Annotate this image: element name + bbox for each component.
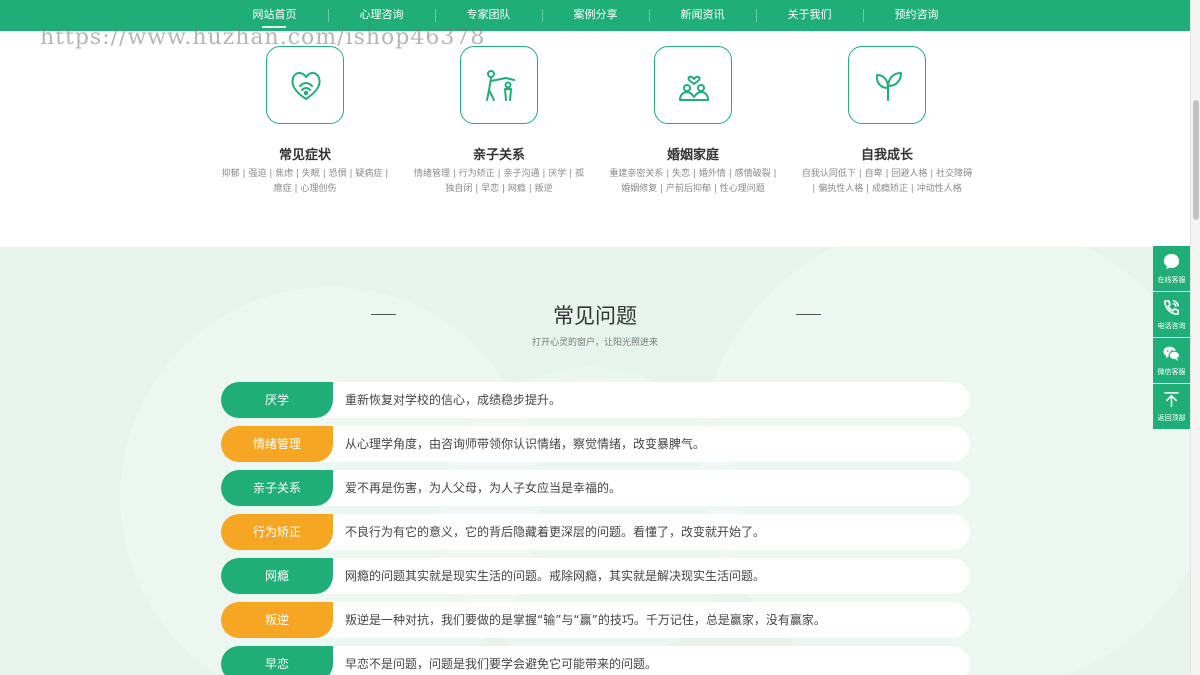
category-tags: 情绪管理 | 行为矫正 | 亲子沟通 | 厌学 | 孤 独自闭 | 早恋 | 网… <box>409 167 589 197</box>
faq-text: 叛逆是一种对抗，我们要做的是掌握“输”与“赢”的技巧。千万记住，总是赢家，没有赢… <box>345 613 826 627</box>
faq-tag: 厌学 <box>221 382 333 418</box>
category-icon-box <box>460 46 538 124</box>
category-title: 自我成长 <box>860 148 913 163</box>
category-tags-line: 婚姻修复 | 产前后抑郁 | 性心理问题 <box>621 184 765 194</box>
back-to-top-button[interactable]: 返回顶部 <box>1153 384 1190 429</box>
faq-text: 网瘾的问题其实就是现实生活的问题。戒除网瘾，其实就是解决现实生活问题。 <box>345 569 766 583</box>
heart-icon <box>291 72 321 101</box>
category-tags-line: 情绪管理 | 行为矫正 | 亲子沟通 | 厌学 | 孤 <box>413 169 585 179</box>
nav-item-booking[interactable]: 预约咨询 <box>863 0 970 31</box>
faq-item[interactable]: 叛逆 叛逆是一种对抗，我们要做的是掌握“输”与“赢”的技巧。千万记住，总是赢家，… <box>221 602 970 638</box>
faq-tag: 叛逆 <box>221 602 333 638</box>
wechat-icon <box>1163 346 1181 361</box>
chat-bubble-icon <box>1163 253 1180 270</box>
float-label: 电话咨询 <box>1157 322 1186 330</box>
faq-tag: 情绪管理 <box>221 426 333 462</box>
category-tags-line: 独自闭 | 早恋 | 网瘾 | 叛逆 <box>445 184 553 194</box>
faq-title: 常见问题 <box>553 304 637 328</box>
nav-item-news[interactable]: 新闻资讯 <box>649 0 756 31</box>
category-icon-box <box>848 46 926 124</box>
category-tags: 抑郁 | 强迫 | 焦虑 | 失眠 | 恐惧 | 疑病症 | 癔症 | 心理创伤 <box>215 167 395 197</box>
phone-consult-button[interactable]: 电话咨询 <box>1153 292 1190 337</box>
online-service-button[interactable]: 在线客服 <box>1153 246 1190 291</box>
faq-tag: 亲子关系 <box>221 470 333 506</box>
phone-icon <box>1163 299 1180 316</box>
faq-item[interactable]: 厌学 重新恢复对学校的信心，成绩稳步提升。 <box>221 382 970 418</box>
category-title: 婚姻家庭 <box>666 148 719 163</box>
faq-tag: 行为矫正 <box>221 514 333 550</box>
faq-text: 重新恢复对学校的信心，成绩稳步提升。 <box>345 393 562 407</box>
faq-item[interactable]: 早恋 早恋不是问题，问题是我们要学会避免它可能带来的问题。 <box>221 646 970 675</box>
nav-item-about[interactable]: 关于我们 <box>756 0 863 31</box>
wechat-service-button[interactable]: 微信客服 <box>1153 338 1190 383</box>
faq-tag: 早恋 <box>221 646 333 675</box>
couple-icon <box>679 75 709 101</box>
category-tags: 重建亲密关系 | 失恋 | 婚外情 | 感情破裂 | 婚姻修复 | 产前后抑郁 … <box>603 167 783 197</box>
category-title: 常见症状 <box>278 148 331 163</box>
faq-text: 不良行为有它的意义，它的背后隐藏着更深层的问题。看懂了，改变就开始了。 <box>345 525 766 539</box>
nav-item-cases[interactable]: 案例分享 <box>542 0 649 31</box>
faq-item[interactable]: 亲子关系 爱不再是伤害，为人父母，为人子女应当是幸福的。 <box>221 470 970 506</box>
faq-text: 爱不再是伤害，为人父母，为人子女应当是幸福的。 <box>345 481 622 495</box>
float-label: 在线客服 <box>1157 276 1186 284</box>
faq-item[interactable]: 情绪管理 从心理学角度，由咨询师带领你认识情绪，察觉情绪，改变暴脾气。 <box>221 426 970 462</box>
category-tags: 自我认同低下 | 自卑 | 回避人格 | 社交障碍 | 偏执性人格 | 成瘾矫正… <box>797 167 977 197</box>
category-icon-box <box>266 46 344 124</box>
faq-text: 从心理学角度，由咨询师带领你认识情绪，察觉情绪，改变暴脾气。 <box>345 437 706 451</box>
faq-text: 早恋不是问题，问题是我们要学会避免它可能带来的问题。 <box>345 657 658 671</box>
back-to-top-icon <box>1164 392 1179 407</box>
category-tags-line: 抑郁 | 强迫 | 焦虑 | 失眠 | 恐惧 | 疑病症 | <box>221 169 389 179</box>
faq-item[interactable]: 网瘾 网瘾的问题其实就是现实生活的问题。戒除网瘾，其实就是解决现实生活问题。 <box>221 558 970 594</box>
float-label: 微信客服 <box>1157 368 1186 376</box>
title-divider-right <box>796 314 821 315</box>
float-label: 返回顶部 <box>1157 414 1186 422</box>
category-icon-box <box>654 46 732 124</box>
category-tags-line: 癔症 | 心理创伤 <box>273 184 337 194</box>
category-tags-line: 自我认同低下 | 自卑 | 回避人格 | 社交障碍 <box>801 169 973 179</box>
page-scrollbar[interactable] <box>1190 0 1200 675</box>
parent-child-icon <box>486 70 515 101</box>
category-title: 亲子关系 <box>472 148 525 163</box>
watermark: https://www.huzhan.com/ishop46378 <box>40 25 486 50</box>
category-tags-line: 重建亲密关系 | 失恋 | 婚外情 | 感情破裂 | <box>609 169 777 179</box>
category-tags-line: | 偏执性人格 | 成瘾矫正 | 冲动性人格 <box>812 184 962 194</box>
faq-item[interactable]: 行为矫正 不良行为有它的意义，它的背后隐藏着更深层的问题。看懂了，改变就开始了。 <box>221 514 970 550</box>
faq-tag: 网瘾 <box>221 558 333 594</box>
scrollbar-thumb[interactable] <box>1193 100 1199 220</box>
sprout-icon <box>875 72 902 101</box>
faq-subtitle: 打开心灵的窗户，让阳光照进来 <box>531 338 658 348</box>
